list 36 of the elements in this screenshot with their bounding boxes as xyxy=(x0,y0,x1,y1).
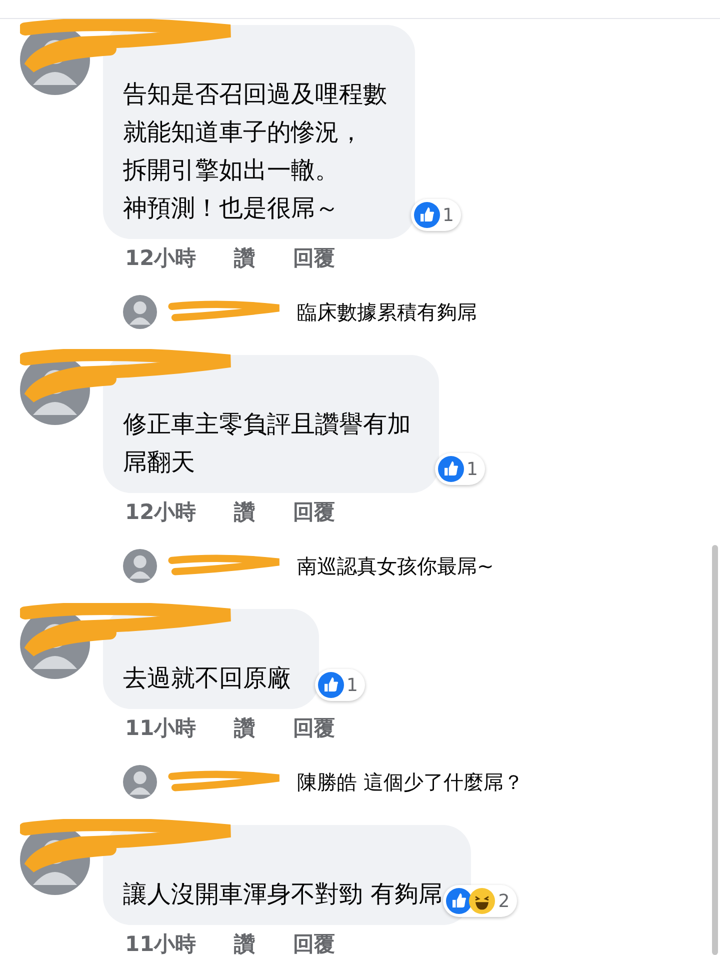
avatar-icon[interactable] xyxy=(123,549,157,583)
thumbs-up-icon xyxy=(438,456,464,482)
comment-text: 修正車主零負評且讚譽有加 xyxy=(123,409,411,440)
avatar-icon[interactable] xyxy=(123,295,157,329)
reaction-badge[interactable]: 2 xyxy=(443,885,517,917)
reply-preview-text[interactable]: 臨床數據累積有夠屌 xyxy=(297,298,477,326)
comment-text: 屌翻天 xyxy=(123,447,196,478)
like-link[interactable]: 讚 xyxy=(234,245,256,271)
comment-text: 告知是否召回過及哩程數 xyxy=(123,79,387,110)
reply-preview-text[interactable]: 陳勝皓 這個少了什麼屌？ xyxy=(297,768,524,796)
reply-preview-text[interactable]: 南巡認真女孩你最屌~ xyxy=(297,552,494,580)
comment-text: 去過就不回原廠 xyxy=(123,663,291,694)
reply-link[interactable]: 回覆 xyxy=(293,245,336,271)
like-link[interactable]: 讚 xyxy=(234,715,256,741)
reply-link[interactable]: 回覆 xyxy=(293,499,336,525)
reply-link[interactable]: 回覆 xyxy=(293,715,336,741)
like-link[interactable]: 讚 xyxy=(234,499,256,525)
comment-time: 12小時 xyxy=(125,245,196,271)
comment-time: 11小時 xyxy=(125,715,196,741)
comment-time: 11小時 xyxy=(125,931,196,955)
comment-text: 神預測！也是很屌～ xyxy=(123,193,340,224)
comment-text: 讓人沒開車渾身不對勁 有夠屌 xyxy=(123,879,443,910)
thumbs-up-icon xyxy=(446,888,472,914)
thumbs-up-icon xyxy=(414,202,440,228)
reaction-badge[interactable]: 1 xyxy=(314,669,365,701)
comment-text: 拆開引擎如出一轍。 xyxy=(123,155,340,186)
comment-time: 12小時 xyxy=(125,499,196,525)
reply-link[interactable]: 回覆 xyxy=(293,931,336,955)
avatar-icon[interactable] xyxy=(123,765,157,799)
reaction-badge[interactable]: 1 xyxy=(434,453,485,485)
comment-text: 就能知道車子的慘況， xyxy=(123,117,364,148)
scrollbar[interactable] xyxy=(712,545,718,955)
thumbs-up-icon xyxy=(318,672,344,698)
reaction-badge[interactable]: 1 xyxy=(410,199,461,231)
laughing-face-icon xyxy=(469,888,496,914)
like-link[interactable]: 讚 xyxy=(234,931,256,955)
